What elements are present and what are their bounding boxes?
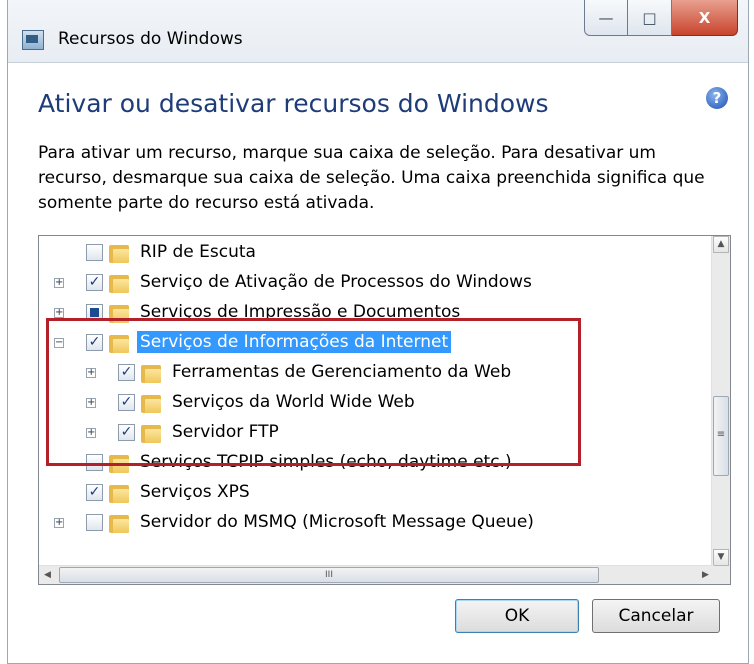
tree-item-label[interactable]: Serviços TCPIP simples (echo, daytime et… <box>137 451 515 473</box>
feature-checkbox[interactable]: ✓ <box>118 424 135 441</box>
tree-item-label[interactable]: Serviços XPS <box>137 481 253 503</box>
tree-item[interactable]: Serviços TCPIP simples (echo, daytime et… <box>39 448 704 478</box>
tree-item-label[interactable]: Serviço de Ativação de Processos do Wind… <box>137 271 535 293</box>
expand-icon[interactable]: + <box>54 518 64 528</box>
tree-item-label[interactable]: Ferramentas de Gerenciamento da Web <box>169 361 514 383</box>
folder-icon <box>109 303 131 323</box>
tree-item[interactable]: + Serviços de Impressão e Documentos <box>39 298 704 328</box>
collapse-icon[interactable]: − <box>54 338 64 348</box>
folder-icon <box>109 333 131 353</box>
feature-checkbox[interactable] <box>86 244 103 261</box>
expand-icon[interactable]: + <box>86 428 96 438</box>
app-icon <box>22 30 44 50</box>
window: Recursos do Windows — □ X Ativar ou desa… <box>7 0 749 664</box>
scroll-up-arrow-icon[interactable]: ▲ <box>713 236 729 253</box>
horizontal-scroll-thumb[interactable]: III <box>59 567 599 583</box>
feature-checkbox[interactable]: ✓ <box>118 394 135 411</box>
help-icon[interactable]: ? <box>706 87 728 109</box>
page-heading: Ativar ou desativar recursos do Windows <box>38 89 549 118</box>
folder-icon <box>141 363 163 383</box>
expand-icon[interactable]: + <box>54 278 64 288</box>
tree-item-label[interactable]: Serviços da World Wide Web <box>169 391 418 413</box>
cancel-button[interactable]: Cancelar <box>592 599 720 633</box>
close-button[interactable]: X <box>672 0 738 36</box>
folder-icon <box>109 273 131 293</box>
tree-item[interactable]: ✓ Serviços XPS <box>39 478 704 508</box>
feature-checkbox[interactable] <box>86 454 103 471</box>
expand-icon[interactable]: + <box>86 368 96 378</box>
feature-checkbox[interactable]: ✓ <box>118 364 135 381</box>
caption-buttons: — □ X <box>584 0 738 40</box>
description-text: Para ativar um recurso, marque sua caixa… <box>38 143 705 213</box>
feature-checkbox[interactable]: ✓ <box>86 484 103 501</box>
tree-item-label[interactable]: Servidor FTP <box>169 421 282 443</box>
feature-checkbox[interactable]: ✓ <box>86 274 103 291</box>
tree-item[interactable]: + ✓ Serviços da World Wide Web <box>39 388 704 418</box>
window-title: Recursos do Windows <box>58 29 243 49</box>
title-bar[interactable]: Recursos do Windows — □ X <box>8 0 748 63</box>
vertical-scrollbar[interactable]: ▲ ≡ ▼ <box>711 236 730 566</box>
tree-item[interactable]: RIP de Escuta <box>39 238 704 268</box>
scrollbar-corner <box>712 566 730 584</box>
tree-item[interactable]: + Servidor do MSMQ (Microsoft Message Que… <box>39 508 704 538</box>
minimize-button[interactable]: — <box>584 0 628 36</box>
dialog-content: Ativar ou desativar recursos do Windows … <box>8 63 748 663</box>
folder-icon <box>109 483 131 503</box>
tree-item[interactable]: − ✓ Serviços de Informações da Internet <box>39 328 704 358</box>
tree-item[interactable]: + ✓ Ferramentas de Gerenciamento da Web <box>39 358 704 388</box>
expand-icon[interactable]: + <box>54 308 64 318</box>
feature-checkbox[interactable] <box>86 514 103 531</box>
folder-icon <box>141 393 163 413</box>
feature-checkbox[interactable]: ✓ <box>86 334 103 351</box>
vertical-scroll-thumb[interactable]: ≡ <box>713 396 729 476</box>
scroll-left-arrow-icon[interactable]: ◀ <box>39 567 56 583</box>
tree-item[interactable]: + ✓ Serviço de Ativação de Processos do Wi… <box>39 268 704 298</box>
scroll-down-arrow-icon[interactable]: ▼ <box>713 549 729 566</box>
feature-checkbox[interactable] <box>86 304 103 321</box>
horizontal-scrollbar[interactable]: ◀ III ▶ <box>39 565 714 584</box>
tree-item-label[interactable]: Serviços de Informações da Internet <box>137 331 452 353</box>
expand-icon[interactable]: + <box>86 398 96 408</box>
tree-item[interactable]: + ✓ Servidor FTP <box>39 418 704 448</box>
tree-rows: RIP de Escuta + ✓ Serviço de Ativação de Pr… <box>39 236 704 546</box>
tree-item-label[interactable]: Servidor do MSMQ (Microsoft Message Queu… <box>137 511 537 533</box>
folder-icon <box>141 423 163 443</box>
tree-item-label[interactable]: Serviços de Impressão e Documentos <box>137 301 463 323</box>
ok-button[interactable]: OK <box>455 599 579 633</box>
tree-item-label[interactable]: RIP de Escuta <box>137 241 259 263</box>
maximize-button[interactable]: □ <box>628 0 672 36</box>
folder-icon <box>109 453 131 473</box>
features-tree[interactable]: RIP de Escuta + ✓ Serviço de Ativação de Pr… <box>38 235 731 585</box>
folder-icon <box>109 243 131 263</box>
vertical-grip: ≡ <box>716 429 726 440</box>
folder-icon <box>109 513 131 533</box>
